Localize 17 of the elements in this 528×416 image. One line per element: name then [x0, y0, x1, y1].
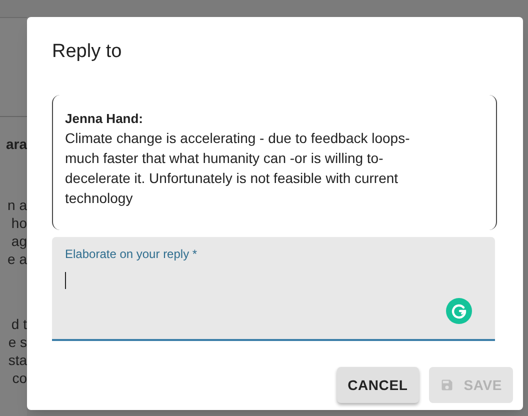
background-text: sta	[8, 351, 27, 369]
background-text: d t	[11, 315, 27, 333]
dialog-title: Reply to	[52, 40, 122, 64]
background-text: ho	[11, 214, 27, 232]
background-text: e a	[8, 250, 27, 268]
background-text: n a	[8, 196, 27, 214]
background-text: e s	[8, 333, 27, 351]
background-text: ag	[11, 232, 27, 250]
comment-text: Climate change is accelerating - due to feedback loops- much faster that what humanity can -or is willing to- decelerate it. Unfortunately is not feasible with current technology	[65, 129, 411, 208]
background-text: co	[12, 369, 27, 387]
comment-author: Jenna Hand:	[65, 110, 144, 128]
field-label: Elaborate on your reply *	[65, 247, 198, 261]
background-text: ara	[6, 135, 27, 153]
reply-input-field[interactable]: Elaborate on your reply *	[52, 237, 495, 341]
text-cursor	[65, 272, 66, 289]
refresh-icon[interactable]	[446, 298, 472, 324]
cancel-button[interactable]: CANCEL	[336, 367, 419, 403]
